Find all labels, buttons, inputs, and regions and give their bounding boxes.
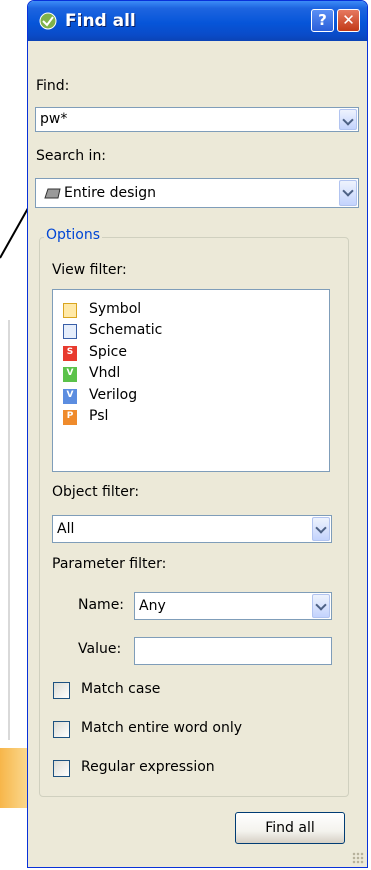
dialog-title: Find all	[65, 11, 136, 31]
psl-icon: P	[63, 410, 77, 425]
help-button[interactable]: ?	[311, 9, 334, 32]
symbol-icon	[63, 303, 77, 318]
view-filter-label: View filter:	[52, 262, 127, 278]
list-item-schematic[interactable]: Schematic	[63, 322, 263, 342]
background-divider	[8, 320, 10, 740]
chevron-down-icon[interactable]	[312, 517, 330, 541]
design-icon	[44, 188, 61, 199]
resize-grip[interactable]	[352, 852, 364, 864]
list-item-psl[interactable]: P Psl	[63, 408, 263, 428]
match-case-checkbox[interactable]	[53, 682, 70, 699]
spice-icon: S	[63, 346, 77, 361]
object-filter-label: Object filter:	[52, 484, 140, 500]
find-combo[interactable]: pw*	[35, 107, 359, 132]
search-in-value: Entire design	[64, 185, 157, 201]
app-icon	[39, 12, 57, 30]
list-item-symbol[interactable]: Symbol	[63, 301, 263, 321]
schematic-icon	[63, 324, 77, 339]
verilog-icon: V	[63, 389, 77, 404]
close-button[interactable]: ✕	[337, 9, 360, 32]
parameter-filter-label: Parameter filter:	[52, 556, 167, 572]
background-orange-strip	[0, 748, 28, 808]
value-label: Value:	[78, 641, 122, 657]
match-entire-word-label: Match entire word only	[81, 720, 243, 736]
name-combo[interactable]: Any	[134, 592, 332, 620]
search-in-label: Search in:	[36, 148, 107, 164]
match-entire-word-checkbox[interactable]	[53, 721, 70, 738]
chevron-down-icon[interactable]	[312, 594, 330, 618]
regular-expression-checkbox[interactable]	[53, 760, 70, 777]
view-filter-list[interactable]: Symbol Schematic S Spice V Vhdl V Verilo…	[52, 289, 330, 472]
title-bar[interactable]: Find all ? ✕	[28, 1, 367, 41]
name-label: Name:	[78, 597, 125, 613]
object-filter-combo[interactable]: All	[52, 515, 332, 543]
object-filter-value: All	[57, 521, 75, 537]
regular-expression-label: Regular expression	[81, 759, 215, 775]
vhdl-icon: V	[63, 367, 77, 382]
find-value: pw*	[40, 111, 68, 127]
list-item-verilog[interactable]: V Verilog	[63, 387, 263, 407]
options-legend: Options	[44, 227, 103, 243]
find-all-button[interactable]: Find all	[235, 812, 345, 844]
chevron-down-icon[interactable]	[339, 180, 357, 206]
list-item-vhdl[interactable]: V Vhdl	[63, 365, 263, 385]
value-field[interactable]	[134, 637, 332, 665]
search-in-combo[interactable]: Entire design	[35, 178, 359, 208]
find-label: Find:	[36, 78, 70, 94]
chevron-down-icon[interactable]	[339, 109, 357, 130]
find-all-dialog: Find all ? ✕ Find: pw* Search in: Entire…	[27, 0, 368, 868]
match-case-label: Match case	[81, 681, 161, 697]
name-value: Any	[139, 598, 166, 614]
list-item-spice[interactable]: S Spice	[63, 344, 263, 364]
